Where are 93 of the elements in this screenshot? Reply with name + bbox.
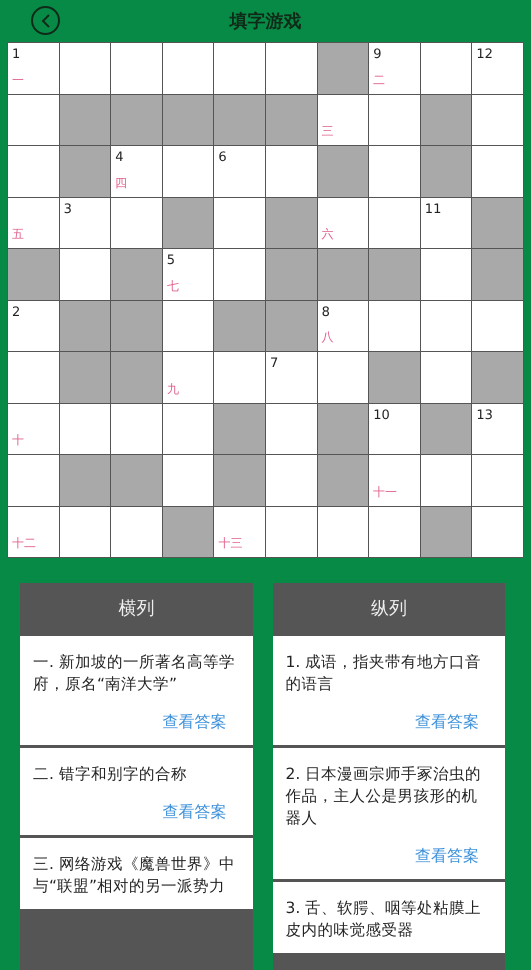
crossword-cell[interactable]: [162, 43, 214, 94]
crossword-cell[interactable]: 2: [8, 300, 59, 351]
crossword-cell[interactable]: [266, 455, 317, 506]
clue-number: 2: [12, 304, 20, 320]
crossword-cell[interactable]: [318, 506, 368, 557]
clue-number: 6: [218, 150, 227, 165]
panel-title: 横列: [117, 597, 156, 621]
clue-number: 4: [115, 150, 124, 165]
crossword-cell[interactable]: 7: [266, 352, 317, 402]
crossword-cell[interactable]: [266, 43, 317, 94]
crossword-cell[interactable]: 11: [420, 198, 472, 248]
clue-marker: 八: [322, 329, 334, 346]
crossword-cell[interactable]: [60, 43, 110, 94]
panel-title: 纵列: [370, 597, 408, 621]
crossword-cell[interactable]: [420, 455, 472, 506]
clue-marker: 三: [322, 123, 334, 140]
clue-marker: 十二: [12, 535, 36, 552]
clue-number: 11: [424, 202, 442, 216]
crossword-cell[interactable]: [214, 249, 265, 300]
crossword-cell[interactable]: [214, 43, 265, 94]
crossword-cell[interactable]: [420, 352, 472, 402]
crossword-cell[interactable]: [111, 198, 162, 248]
clue-marker: 二: [373, 72, 386, 88]
clue-number: 12: [476, 47, 493, 62]
crossword-cell[interactable]: 3: [60, 198, 110, 248]
crossword-cell[interactable]: 5 七: [162, 249, 214, 300]
clue-number: 10: [373, 408, 390, 422]
crossword-cell[interactable]: [111, 506, 162, 557]
clue-marker: 六: [322, 226, 334, 243]
back-icon: [40, 14, 50, 28]
clue-text: 一. 新加坡的一所著名高等学府，原名“南洋大学”: [33, 652, 236, 695]
crossword-cell[interactable]: [266, 404, 317, 454]
crossword-cell[interactable]: [60, 249, 110, 300]
clue-marker: 五: [12, 226, 24, 243]
back-button[interactable]: [31, 6, 60, 35]
crossword-cell[interactable]: [369, 506, 420, 557]
crossword-cell[interactable]: [60, 404, 110, 454]
crossword-cell[interactable]: [472, 300, 523, 351]
crossword-cell[interactable]: 10: [369, 404, 420, 454]
clue-marker: 十一: [373, 484, 398, 500]
clue-marker: 四: [115, 174, 128, 192]
clue-marker: 十: [12, 432, 24, 449]
crossword-cell[interactable]: [162, 146, 214, 196]
crossword-cell[interactable]: [472, 94, 523, 145]
crossword-cell[interactable]: [8, 455, 59, 506]
crossword-cell[interactable]: [369, 94, 420, 145]
crossword-cell[interactable]: [420, 249, 472, 300]
crossword-cell[interactable]: [369, 300, 420, 351]
crossword-cell[interactable]: [472, 146, 523, 196]
clue-number: 7: [270, 356, 278, 371]
crossword-cell[interactable]: 8 八: [318, 300, 368, 351]
crossword-cell[interactable]: [420, 300, 472, 351]
crossword-cell[interactable]: [111, 404, 162, 454]
clue-text: 2. 日本漫画宗师手冢治虫的作品，主人公是男孩形的机器人: [286, 764, 482, 829]
clue-number: 1: [12, 47, 20, 62]
clue-text: 三. 网络游戏《魔兽世界》中与“联盟”相对的另一派势力: [33, 854, 236, 897]
crossword-cell[interactable]: [162, 455, 214, 506]
crossword-cell[interactable]: [214, 198, 265, 248]
crossword-cell[interactable]: 9 二: [369, 43, 420, 94]
clue-marker: 七: [166, 278, 179, 294]
crossword-cell[interactable]: 13: [472, 404, 523, 454]
crossword-cell[interactable]: [111, 43, 162, 94]
crossword-cell[interactable]: [472, 455, 523, 506]
crossword-cell[interactable]: [369, 146, 420, 196]
clue-marker: 九: [166, 380, 179, 398]
clue-number: 9: [373, 47, 382, 62]
clue-text: 二. 错字和别字的合称: [33, 764, 188, 785]
clue-number: 13: [476, 408, 493, 422]
crossword-cell[interactable]: [369, 198, 420, 248]
crossword-cell[interactable]: [8, 352, 59, 402]
crossword-cell[interactable]: [266, 146, 317, 196]
crossword-cell[interactable]: 4 四: [111, 146, 162, 196]
clue-marker: 一: [12, 72, 24, 88]
clue-number: 3: [64, 202, 72, 216]
crossword-cell[interactable]: [8, 94, 59, 145]
crossword-cell[interactable]: 1 一: [8, 43, 59, 94]
clue-text: 1. 成语，指夹带有地方口音的语言: [286, 652, 482, 695]
crossword-cell[interactable]: 6: [214, 146, 265, 196]
crossword-cell[interactable]: [162, 404, 214, 454]
clue-marker: 十三: [218, 535, 242, 552]
crossword-cell[interactable]: [162, 300, 214, 351]
crossword-cell[interactable]: [8, 146, 59, 196]
page-title: 填字游戏: [230, 10, 302, 33]
crossword-cell[interactable]: [60, 506, 110, 557]
crossword-cell[interactable]: [472, 506, 523, 557]
crossword-cell[interactable]: [214, 352, 265, 402]
clue-number: 8: [322, 304, 330, 320]
crossword-cell[interactable]: [318, 352, 368, 402]
crossword-cell[interactable]: [266, 506, 317, 557]
crossword-cell[interactable]: 12: [472, 43, 523, 94]
crossword-cell[interactable]: [420, 43, 472, 94]
clue-text: 3. 舌、软腭、咽等处粘膜上皮内的味觉感受器: [286, 898, 482, 941]
clue-number: 5: [166, 253, 176, 268]
